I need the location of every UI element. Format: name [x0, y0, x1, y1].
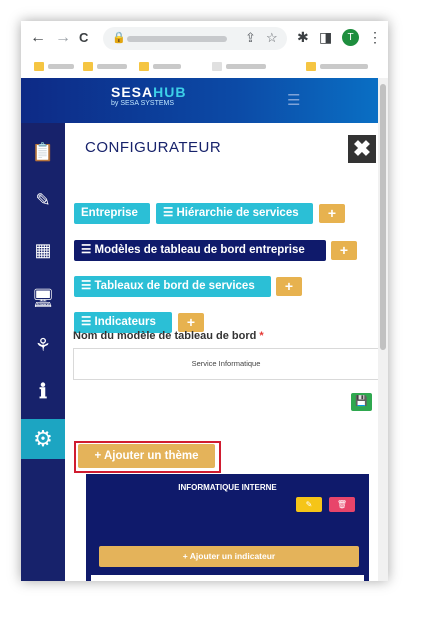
share-icon[interactable]: ⇪ — [245, 30, 256, 46]
scrollbar-thumb[interactable] — [380, 84, 386, 350]
folder-icon — [34, 62, 44, 71]
hierarchie-services-button[interactable]: ☰ Hiérarchie de services — [156, 203, 313, 224]
theme-title: INFORMATIQUE INTERNE — [178, 483, 277, 492]
folder-icon — [139, 62, 149, 71]
blurred-bookmark-text — [320, 64, 368, 69]
folder-icon — [83, 62, 93, 71]
logo-tagline: by SESA SYSTEMS — [111, 100, 175, 107]
blurred-bookmark-text — [97, 64, 127, 69]
blurred-bookmark-text — [153, 64, 181, 69]
edit-theme-icon[interactable]: ✎ — [296, 497, 322, 512]
page-icon — [212, 62, 222, 71]
bookmark-star-icon[interactable]: ☆ — [266, 30, 278, 46]
side-panel-icon[interactable]: ◨ — [319, 29, 332, 46]
highlight-frame — [74, 441, 221, 473]
org-chart-icon[interactable]: ⚘ — [21, 326, 65, 364]
page-scrollbar[interactable] — [378, 78, 388, 581]
page-title: CONFIGURATEUR — [85, 139, 222, 156]
app-header: SESAHUB by SESA SYSTEMS ☰ — [21, 78, 378, 123]
entreprise-button[interactable]: Entreprise — [74, 203, 150, 224]
required-mark: * — [259, 330, 264, 342]
logo-sesa: SESA — [111, 84, 154, 100]
blurred-bookmark-text — [226, 64, 266, 69]
profile-avatar[interactable]: T — [342, 29, 359, 46]
browser-menu-icon[interactable]: ⋮ — [368, 29, 382, 46]
sesahub-logo[interactable]: SESAHUB by SESA SYSTEMS — [111, 85, 186, 108]
settings-gear-icon[interactable]: ⚙ — [21, 419, 65, 459]
bookmarks-bar — [21, 56, 388, 79]
blurred-bookmark-text — [48, 64, 74, 69]
info-icon[interactable]: ℹ — [21, 373, 65, 411]
logo-hub: HUB — [153, 84, 187, 100]
extensions-icon[interactable]: ✱ — [297, 29, 309, 46]
presentation-screen-icon[interactable]: 🖥 — [21, 279, 65, 317]
browser-toolbar: ← → C 🔒 ⇪ ☆ ✱ ◨ T ⋮ — [21, 21, 388, 56]
browser-window: ← → C 🔒 ⇪ ☆ ✱ ◨ T ⋮ SESAHUB by SESA SYST… — [21, 21, 388, 581]
folder-icon — [306, 62, 316, 71]
tableaux-bord-services-button[interactable]: ☰ Tableaux de bord de services — [74, 276, 271, 297]
forward-arrow-icon[interactable]: → — [55, 29, 71, 47]
blurred-url — [127, 36, 227, 42]
save-icon[interactable]: 💾 — [351, 393, 372, 411]
add-tableau-button[interactable]: + — [276, 277, 302, 296]
model-name-label-text: Nom du modèle de tableau de bord — [73, 330, 257, 342]
reload-icon[interactable]: C — [79, 29, 88, 47]
model-name-input[interactable]: Service Informatique — [73, 348, 378, 380]
delete-theme-icon[interactable]: 🗑 — [329, 497, 355, 512]
modeles-tableau-bord-button[interactable]: ☰ Modèles de tableau de bord entreprise — [74, 240, 326, 261]
dashboard-board-icon[interactable]: 📋 — [21, 133, 65, 171]
close-button[interactable]: ✖ — [348, 135, 376, 163]
address-bar[interactable]: 🔒 ⇪ ☆ — [103, 27, 287, 50]
theme-card: INFORMATIQUE INTERNE ✎ 🗑 + Ajouter un in… — [86, 474, 369, 581]
configurator-panel: CONFIGURATEUR ✖ Entreprise ☰ Hiérarchie … — [65, 123, 378, 581]
add-modele-button[interactable]: + — [331, 241, 357, 260]
add-hierarchie-button[interactable]: + — [319, 204, 345, 223]
web-page: SESAHUB by SESA SYSTEMS ☰ 📋 ✎ ▦ 🖥 ⚘ ℹ ⚙ … — [21, 78, 388, 581]
add-indicator-button[interactable]: + Ajouter un indicateur — [99, 546, 359, 567]
calendar-grid-icon[interactable]: ▦ — [21, 231, 65, 269]
hamburger-menu-icon[interactable]: ☰ — [287, 91, 300, 109]
back-arrow-icon[interactable]: ← — [30, 29, 46, 47]
edit-document-icon[interactable]: ✎ — [21, 181, 65, 219]
lock-icon: 🔒 — [112, 32, 126, 44]
model-name-label: Nom du modèle de tableau de bord * — [73, 330, 264, 342]
theme-card-body — [91, 575, 364, 581]
sidebar: 📋 ✎ ▦ 🖥 ⚘ ℹ ⚙ — [21, 123, 65, 581]
